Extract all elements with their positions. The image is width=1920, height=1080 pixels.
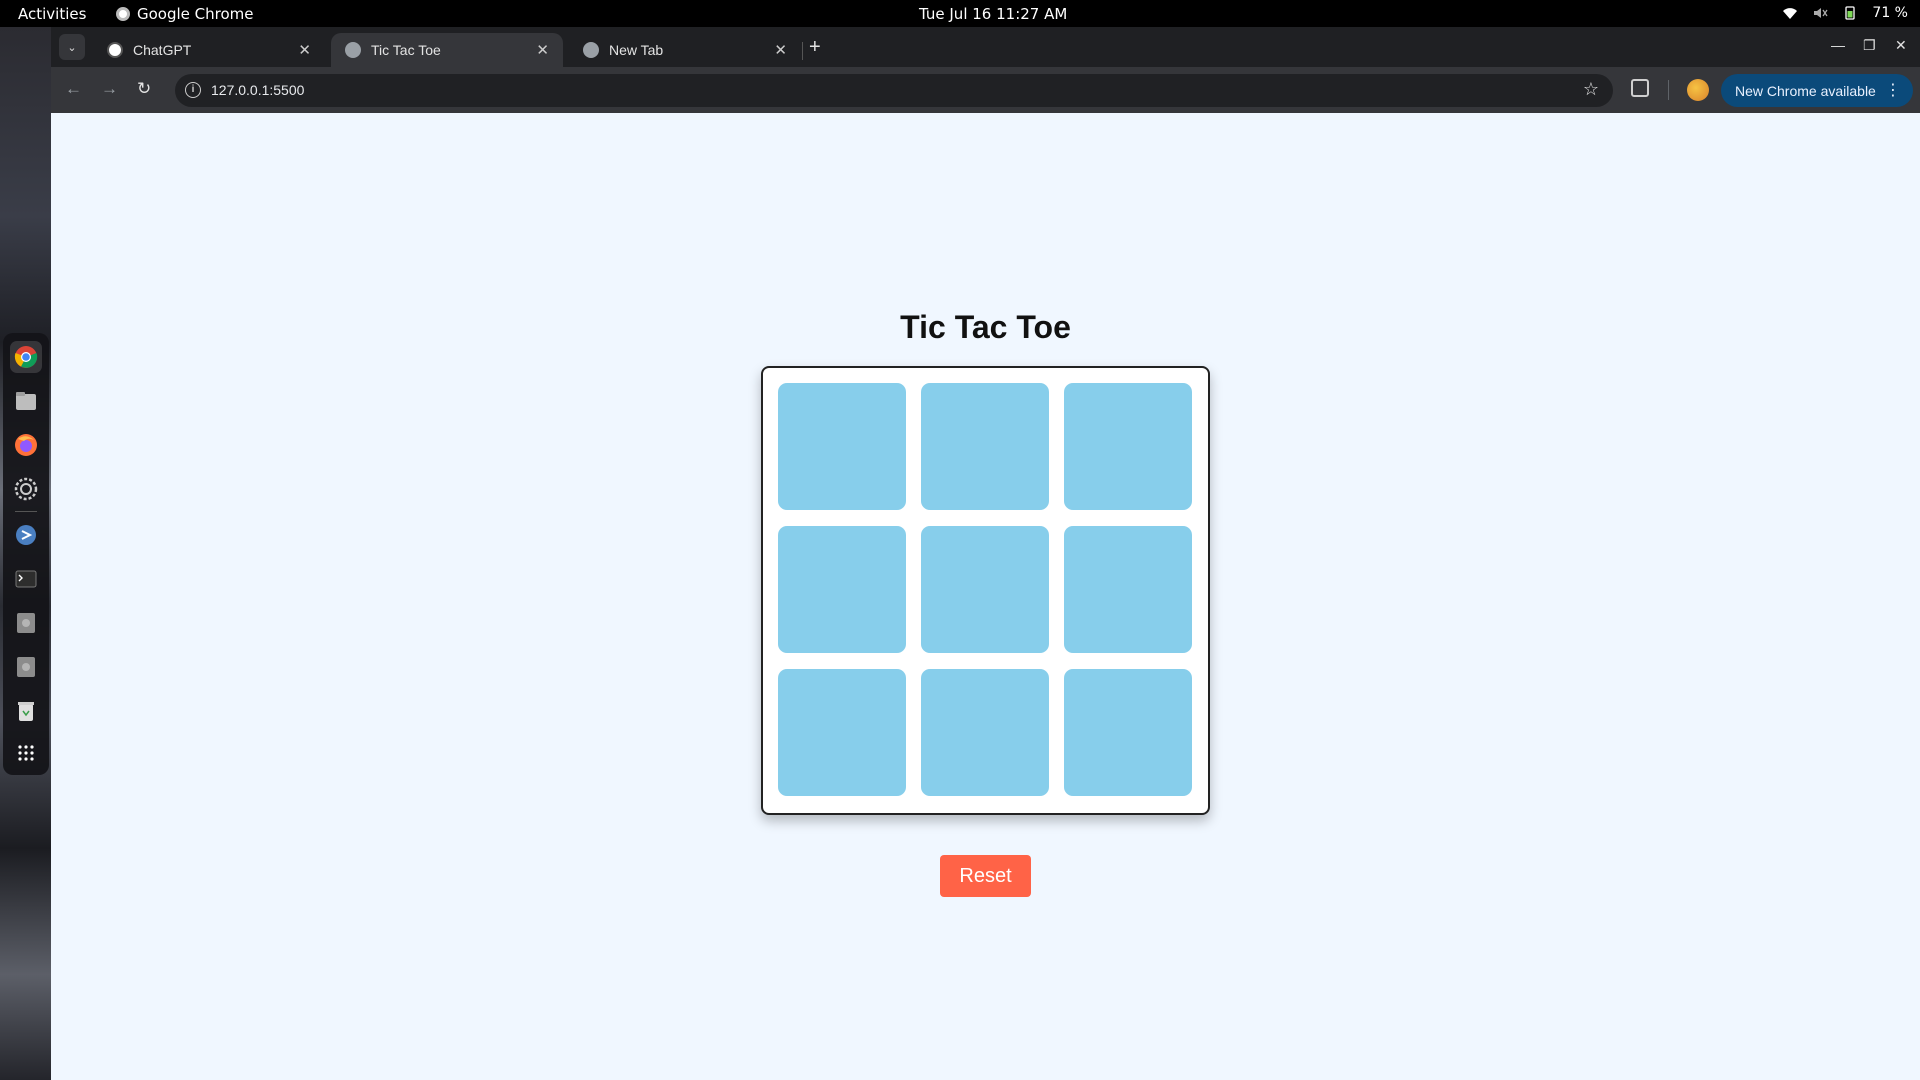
bookmark-star-icon[interactable]: ☆ (1583, 79, 1599, 100)
chrome-favicon-icon (583, 42, 599, 58)
chevron-down-icon: ⌄ (67, 41, 77, 54)
forward-arrow-icon[interactable]: → (101, 79, 118, 99)
disk-icon[interactable] (10, 651, 42, 683)
system-top-bar: Activities Google Chrome Tue Jul 16 11:2… (0, 0, 1920, 27)
page-title: Tic Tac Toe (900, 309, 1071, 345)
tab-label: Tic Tac Toe (371, 42, 441, 58)
close-icon[interactable]: ✕ (774, 41, 787, 59)
reset-button[interactable]: Reset (940, 855, 1031, 897)
board-cell[interactable] (1064, 526, 1192, 653)
board-cell[interactable] (778, 669, 906, 796)
window-close-icon[interactable]: ✕ (1895, 37, 1907, 54)
restore-icon[interactable]: ❐ (1863, 37, 1876, 54)
chrome-icon (116, 7, 130, 21)
close-icon[interactable]: ✕ (536, 41, 549, 59)
tab-search-button[interactable]: ⌄ (59, 34, 85, 60)
board-cell[interactable] (778, 526, 906, 653)
tab-label: New Tab (609, 42, 664, 58)
tab-new-tab[interactable]: New Tab ✕ (569, 33, 801, 67)
volume-muted-icon (1814, 8, 1828, 18)
tab-label: ChatGPT (133, 42, 192, 58)
reload-icon[interactable]: ↻ (137, 79, 151, 99)
battery-percent: 71 % (1872, 5, 1908, 21)
disk-icon[interactable] (10, 607, 42, 639)
board-cell[interactable] (921, 669, 1049, 796)
trash-icon[interactable] (10, 695, 42, 727)
close-icon[interactable]: ✕ (298, 41, 311, 59)
profile-avatar[interactable] (1687, 79, 1709, 101)
clock[interactable]: Tue Jul 16 11:27 AM (919, 5, 1067, 23)
new-tab-plus-icon[interactable]: + (809, 36, 821, 59)
files-icon[interactable] (10, 385, 42, 417)
update-chrome-button[interactable]: New Chrome available ⋮ (1721, 74, 1913, 107)
activities-button[interactable]: Activities (18, 5, 86, 23)
browser-window: ⌄ ChatGPT ✕ Tic Tac Toe ✕ New Tab ✕ + — … (51, 27, 1920, 1080)
game-board (761, 366, 1210, 815)
extensions-puzzle-icon[interactable] (1631, 79, 1649, 97)
dock (3, 333, 49, 775)
tab-chatgpt[interactable]: ChatGPT ✕ (93, 33, 325, 67)
kebab-menu-icon[interactable]: ⋮ (1885, 80, 1901, 100)
back-arrow-icon[interactable]: ← (65, 79, 82, 99)
board-cell[interactable] (1064, 669, 1192, 796)
url-text[interactable]: 127.0.0.1:5500 (211, 82, 304, 98)
apps-grid-icon[interactable] (10, 737, 42, 769)
site-info-icon[interactable]: i (185, 82, 201, 98)
board-cell[interactable] (1064, 383, 1192, 510)
app-name: Google Chrome (137, 5, 254, 23)
board-cell[interactable] (921, 383, 1049, 510)
tab-strip: ⌄ ChatGPT ✕ Tic Tac Toe ✕ New Tab ✕ + — … (51, 27, 1920, 67)
update-label: New Chrome available (1735, 82, 1876, 99)
web-page: Tic Tac Toe Reset (51, 113, 1920, 1080)
terminal-icon[interactable] (10, 563, 42, 595)
board-cell[interactable] (778, 383, 906, 510)
chatgpt-favicon-icon (107, 42, 123, 58)
battery-icon (1845, 6, 1856, 20)
chrome-icon[interactable] (10, 341, 42, 373)
dock-separator (15, 511, 37, 512)
globe-favicon-icon (345, 42, 361, 58)
settings-icon[interactable] (10, 473, 42, 505)
tab-tic-tac-toe[interactable]: Tic Tac Toe ✕ (331, 33, 563, 67)
wifi-icon (1783, 8, 1798, 19)
system-tray[interactable]: 71 % (1782, 5, 1908, 21)
vscode-icon[interactable] (10, 519, 42, 551)
address-bar[interactable]: i 127.0.0.1:5500 ☆ (175, 74, 1613, 107)
toolbar-separator (1668, 80, 1669, 100)
minimize-icon[interactable]: — (1831, 37, 1845, 53)
app-menu[interactable]: Google Chrome (116, 5, 254, 23)
browser-toolbar: ← → ↻ i 127.0.0.1:5500 ☆ New Chrome avai… (51, 67, 1920, 113)
firefox-icon[interactable] (10, 429, 42, 461)
board-cell[interactable] (921, 526, 1049, 653)
tab-separator (802, 42, 803, 60)
